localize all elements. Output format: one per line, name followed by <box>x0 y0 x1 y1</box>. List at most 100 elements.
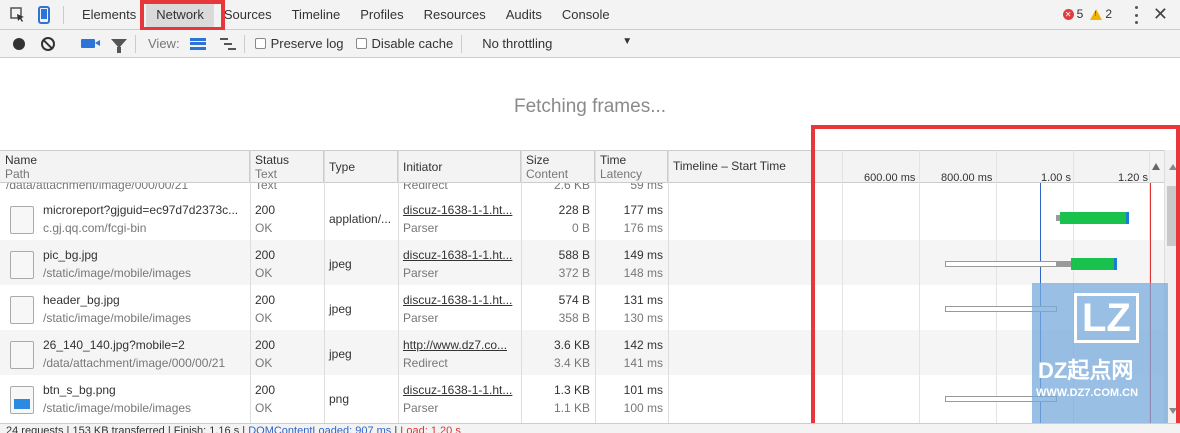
tab-profiles[interactable]: Profiles <box>350 0 413 30</box>
request-name: microreport?gjguid=ec97d7d2373c... <box>43 203 239 217</box>
request-path: /static/image/mobile/images <box>43 311 192 325</box>
table-row[interactable]: microreport?gjguid=ec97d7d2373c... c.gj.q… <box>0 195 1164 240</box>
sort-ascending-icon <box>1152 163 1160 170</box>
site-watermark: LZ DZ起点网 WWW.DZ7.COM.CN <box>1032 283 1168 423</box>
initiator-link[interactable]: http://www.dz7.co... <box>403 336 516 354</box>
timeline-gridline <box>919 150 920 423</box>
timeline-bar-waiting <box>945 261 1057 267</box>
timeline-gridline <box>996 150 997 423</box>
timeline-bar-download <box>1071 258 1114 270</box>
more-options-icon[interactable] <box>1134 6 1138 24</box>
capture-screenshots-icon[interactable] <box>81 39 100 48</box>
finish-time: Finish: 1.16 s <box>173 425 240 433</box>
separator <box>135 34 136 53</box>
request-name: btn_s_bg.png <box>43 383 116 397</box>
tab-elements[interactable]: Elements <box>72 0 146 30</box>
watermark-logo: LZ <box>1074 293 1139 343</box>
column-divider <box>521 150 522 423</box>
record-icon[interactable] <box>13 37 25 50</box>
request-name: pic_bg.jpg <box>43 248 98 262</box>
network-rows: /data/attachment/image/000/00/21 Text Re… <box>0 183 1164 423</box>
timeline-bar-download <box>1060 212 1126 224</box>
error-counter[interactable]: ✕ 5 ! 2 <box>1062 7 1112 21</box>
image-file-icon <box>10 386 34 414</box>
timeline-tick: 800.00 ms <box>941 172 993 184</box>
disable-cache-checkbox[interactable]: Disable cache <box>355 36 453 51</box>
image-file-icon <box>10 341 34 369</box>
column-divider <box>250 150 251 423</box>
separator <box>63 5 64 24</box>
column-size[interactable]: Size Content <box>521 151 595 183</box>
overview-icon[interactable] <box>219 37 236 50</box>
preserve-log-checkbox[interactable]: Preserve log <box>254 36 344 51</box>
timeline-tick: 1.00 s <box>1041 172 1071 184</box>
table-row[interactable]: /data/attachment/image/000/00/21 Text Re… <box>0 183 1164 195</box>
throttling-select[interactable]: No throttling ▼ <box>482 36 632 51</box>
tab-resources[interactable]: Resources <box>414 0 496 30</box>
column-type[interactable]: Type <box>324 151 398 183</box>
network-toolbar: View: Preserve log Disable cache No thro… <box>0 30 1180 58</box>
column-initiator[interactable]: Initiator <box>398 151 521 183</box>
column-time[interactable]: Time Latency <box>595 151 668 183</box>
watermark-site-name: DZ起点网 <box>1038 358 1134 383</box>
initiator-link[interactable]: discuz-1638-1-1.ht... <box>403 246 516 264</box>
timeline-tick: 1.20 s <box>1118 172 1148 184</box>
column-status[interactable]: Status Text <box>250 151 324 183</box>
table-row[interactable]: 26_140_140.jpg?mobile=2/data/attachment/… <box>0 330 1164 375</box>
tab-console[interactable]: Console <box>552 0 620 30</box>
error-count: 5 <box>1076 7 1084 21</box>
filter-icon[interactable] <box>111 39 127 53</box>
transferred-size: 153 KB transferred <box>72 425 165 433</box>
throttling-value: No throttling <box>482 36 553 51</box>
request-path: /static/image/mobile/images <box>43 266 192 280</box>
image-file-icon <box>10 251 34 279</box>
request-path: c.gj.qq.com/fcgi-bin <box>43 221 147 235</box>
tab-timeline[interactable]: Timeline <box>282 0 351 30</box>
request-name: header_bg.jpg <box>43 293 120 307</box>
initiator-link[interactable]: discuz-1638-1-1.ht... <box>403 201 516 219</box>
initiator-link[interactable]: discuz-1638-1-1.ht... <box>403 381 516 399</box>
warning-count: 2 <box>1105 7 1112 21</box>
load-time: Load: 1.20 s <box>400 425 461 433</box>
image-file-icon <box>10 296 34 324</box>
scroll-thumb[interactable] <box>1167 186 1178 246</box>
column-timeline[interactable]: Timeline – Start Time <box>668 151 1164 183</box>
devtools-tabbar: Elements Network Sources Timeline Profil… <box>0 0 1180 30</box>
separator <box>461 34 463 53</box>
scroll-down-icon[interactable] <box>1169 408 1177 414</box>
network-summary-bar: 24 requests | 153 KB transferred | Finis… <box>0 423 1180 433</box>
tab-audits[interactable]: Audits <box>496 0 552 30</box>
column-divider <box>398 150 399 423</box>
image-file-icon <box>10 206 34 234</box>
request-count: 24 requests <box>6 425 64 433</box>
filmstrip-status: Fetching frames... <box>513 95 667 117</box>
request-name: 26_140_140.jpg?mobile=2 <box>43 338 185 352</box>
dropdown-arrow-icon: ▼ <box>622 36 633 47</box>
initiator-link[interactable]: discuz-1638-1-1.ht... <box>403 291 516 309</box>
timeline-gridline <box>842 150 843 423</box>
timeline-bar-end <box>1126 212 1129 224</box>
dcl-time: DOMContentLoaded: 907 ms <box>248 425 392 433</box>
close-icon[interactable]: ✕ <box>1153 4 1168 25</box>
timeline-bar-end <box>1114 258 1117 270</box>
timeline-bar-queued <box>1056 261 1071 267</box>
device-mode-icon[interactable] <box>33 4 55 26</box>
warning-icon: ! <box>1090 8 1103 20</box>
inspect-element-icon[interactable] <box>7 4 29 26</box>
request-path: /data/attachment/image/000/00/21 <box>43 356 226 370</box>
column-divider <box>324 150 325 423</box>
tab-sources[interactable]: Sources <box>214 0 282 30</box>
column-divider <box>595 150 596 423</box>
clear-icon[interactable] <box>41 36 55 51</box>
separator <box>243 34 245 53</box>
error-icon: ✕ <box>1062 8 1074 20</box>
scroll-up-icon[interactable] <box>1169 164 1177 170</box>
watermark-url: WWW.DZ7.COM.CN <box>1036 387 1139 399</box>
view-label: View: <box>148 36 180 51</box>
request-path: /static/image/mobile/images <box>43 401 192 415</box>
large-rows-icon[interactable] <box>189 37 206 50</box>
tab-network[interactable]: Network <box>146 0 214 30</box>
column-name[interactable]: Name Path <box>0 151 250 183</box>
timeline-tick: 600.00 ms <box>864 172 916 184</box>
column-divider <box>668 150 669 423</box>
